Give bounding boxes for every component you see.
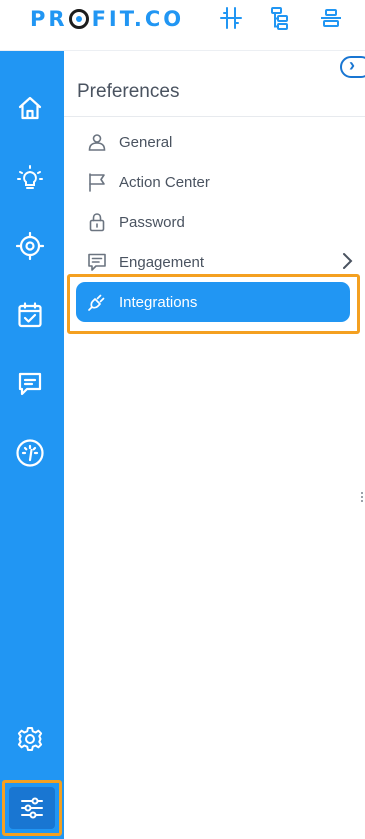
left-nav-rail <box>0 51 64 839</box>
logo-o-icon <box>68 9 89 29</box>
menu-item-label: Integrations <box>119 293 198 311</box>
logo-text-right: FIT.CO <box>91 7 185 31</box>
timeline-icon[interactable] <box>218 5 244 31</box>
menu-item-label: Action Center <box>119 173 210 191</box>
menu-item-action-center[interactable]: Action Center <box>76 163 350 201</box>
align-center-icon[interactable] <box>318 5 344 31</box>
user-icon <box>86 131 108 153</box>
collapse-panel-button[interactable]: › <box>340 55 365 78</box>
scrollbar-handle[interactable] <box>361 492 363 502</box>
lock-icon <box>86 211 108 233</box>
logo-text-left: PR <box>30 7 68 31</box>
sliders-icon[interactable] <box>9 787 55 829</box>
top-header: PR FIT.CO <box>0 0 365 51</box>
gauge-icon[interactable] <box>14 437 46 469</box>
message-icon <box>86 251 108 273</box>
profitco-logo[interactable]: PR FIT.CO <box>30 7 184 31</box>
lightbulb-icon[interactable] <box>14 162 46 194</box>
preferences-panel: › Preferences General Action Center Pass… <box>64 51 365 839</box>
menu-item-general[interactable]: General <box>76 123 350 161</box>
plug-icon <box>86 291 108 313</box>
flag-icon <box>86 171 108 193</box>
target-icon[interactable] <box>14 230 46 262</box>
menu-item-label: General <box>119 133 173 151</box>
menu-item-label: Password <box>119 213 185 231</box>
hierarchy-icon[interactable] <box>268 5 294 31</box>
menu-item-label: Engagement <box>119 253 205 271</box>
menu-item-password[interactable]: Password <box>76 203 350 241</box>
panel-title: Preferences <box>77 81 180 102</box>
active-nav-highlight <box>2 780 62 836</box>
divider <box>64 116 365 117</box>
chat-icon[interactable] <box>14 368 46 400</box>
gear-icon[interactable] <box>14 723 46 755</box>
home-icon[interactable] <box>14 92 46 124</box>
calendar-check-icon[interactable] <box>14 299 46 331</box>
menu-item-integrations[interactable]: Integrations <box>76 282 350 322</box>
chevron-right-icon[interactable] <box>340 251 354 276</box>
chevron-right-icon: › <box>349 55 355 75</box>
